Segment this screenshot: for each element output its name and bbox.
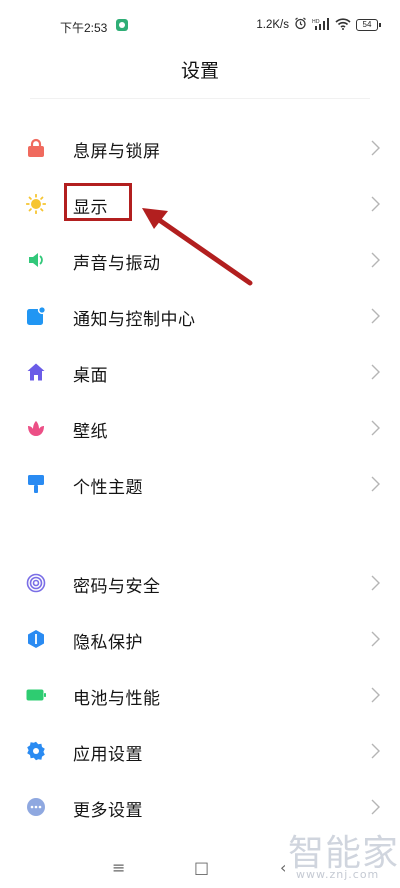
- annotation-arrow: [142, 208, 253, 286]
- settings-item-apps[interactable]: 应用设置: [0, 723, 400, 779]
- settings-item-label: 壁纸: [73, 422, 108, 442]
- gear-icon: [26, 741, 46, 761]
- notification-icon: [26, 305, 47, 326]
- navigation-bar: ≡ □ ‹: [0, 850, 400, 888]
- chevron-right-icon: [371, 575, 380, 591]
- settings-item-label: 息屏与锁屏: [73, 142, 161, 162]
- chevron-right-icon: [371, 687, 380, 703]
- chevron-right-icon: [371, 631, 380, 647]
- wifi-icon: [335, 17, 351, 33]
- settings-item-label: 隐私保护: [73, 633, 143, 653]
- back-button[interactable]: ‹: [280, 858, 286, 877]
- chevron-right-icon: [371, 364, 380, 380]
- alarm-icon: [294, 17, 307, 33]
- tulip-icon: [26, 418, 46, 438]
- chevron-right-icon: [371, 420, 380, 436]
- app-notification-icon: [116, 19, 128, 31]
- fingerprint-icon: [26, 573, 46, 593]
- status-time: 下午2:53: [60, 21, 108, 35]
- chevron-right-icon: [371, 799, 380, 815]
- page-title: 设置: [180, 60, 219, 82]
- chevron-right-icon: [371, 308, 380, 324]
- chevron-right-icon: [371, 476, 380, 492]
- hd-signal-icon: HD: [312, 17, 330, 33]
- network-speed: 1.2K/s: [256, 19, 289, 31]
- sun-icon: [25, 193, 47, 215]
- battery-icon: 54: [356, 19, 381, 31]
- chevron-right-icon: [371, 196, 380, 212]
- settings-item-label: 更多设置: [73, 801, 143, 821]
- home-icon: [26, 362, 46, 382]
- settings-item-label: 电池与性能: [73, 689, 161, 709]
- settings-item-label: 个性主题: [73, 478, 143, 498]
- settings-item-label: 桌面: [73, 366, 108, 386]
- lock-icon: [26, 138, 46, 158]
- settings-item-label: 应用设置: [73, 745, 143, 765]
- settings-item-password-security[interactable]: 密码与安全: [0, 555, 400, 611]
- settings-item-label: 通知与控制中心: [73, 310, 196, 330]
- chevron-right-icon: [371, 140, 380, 156]
- highlight-box: [64, 183, 132, 221]
- settings-item-home-screen[interactable]: 桌面: [0, 344, 400, 400]
- speaker-icon: [26, 250, 46, 270]
- chevron-right-icon: [371, 743, 380, 759]
- svg-text:HD: HD: [312, 19, 320, 25]
- status-bar: 下午2:53 1.2K/s HD 54: [0, 0, 400, 44]
- home-button[interactable]: □: [194, 858, 209, 877]
- settings-item-themes[interactable]: 个性主题: [0, 456, 400, 512]
- brush-icon: [26, 474, 46, 494]
- battery-icon: [26, 685, 46, 705]
- shield-icon: [26, 629, 46, 649]
- chevron-right-icon: [371, 252, 380, 268]
- settings-item-lock-screen[interactable]: 息屏与锁屏: [0, 120, 400, 176]
- settings-item-battery[interactable]: 电池与性能: [0, 667, 400, 723]
- settings-item-wallpaper[interactable]: 壁纸: [0, 400, 400, 456]
- title-divider: [30, 98, 370, 99]
- more-icon: [26, 797, 46, 817]
- settings-item-notifications[interactable]: 通知与控制中心: [0, 288, 400, 344]
- settings-item-label: 密码与安全: [73, 577, 161, 597]
- menu-button[interactable]: ≡: [112, 858, 125, 877]
- settings-item-privacy[interactable]: 隐私保护: [0, 611, 400, 667]
